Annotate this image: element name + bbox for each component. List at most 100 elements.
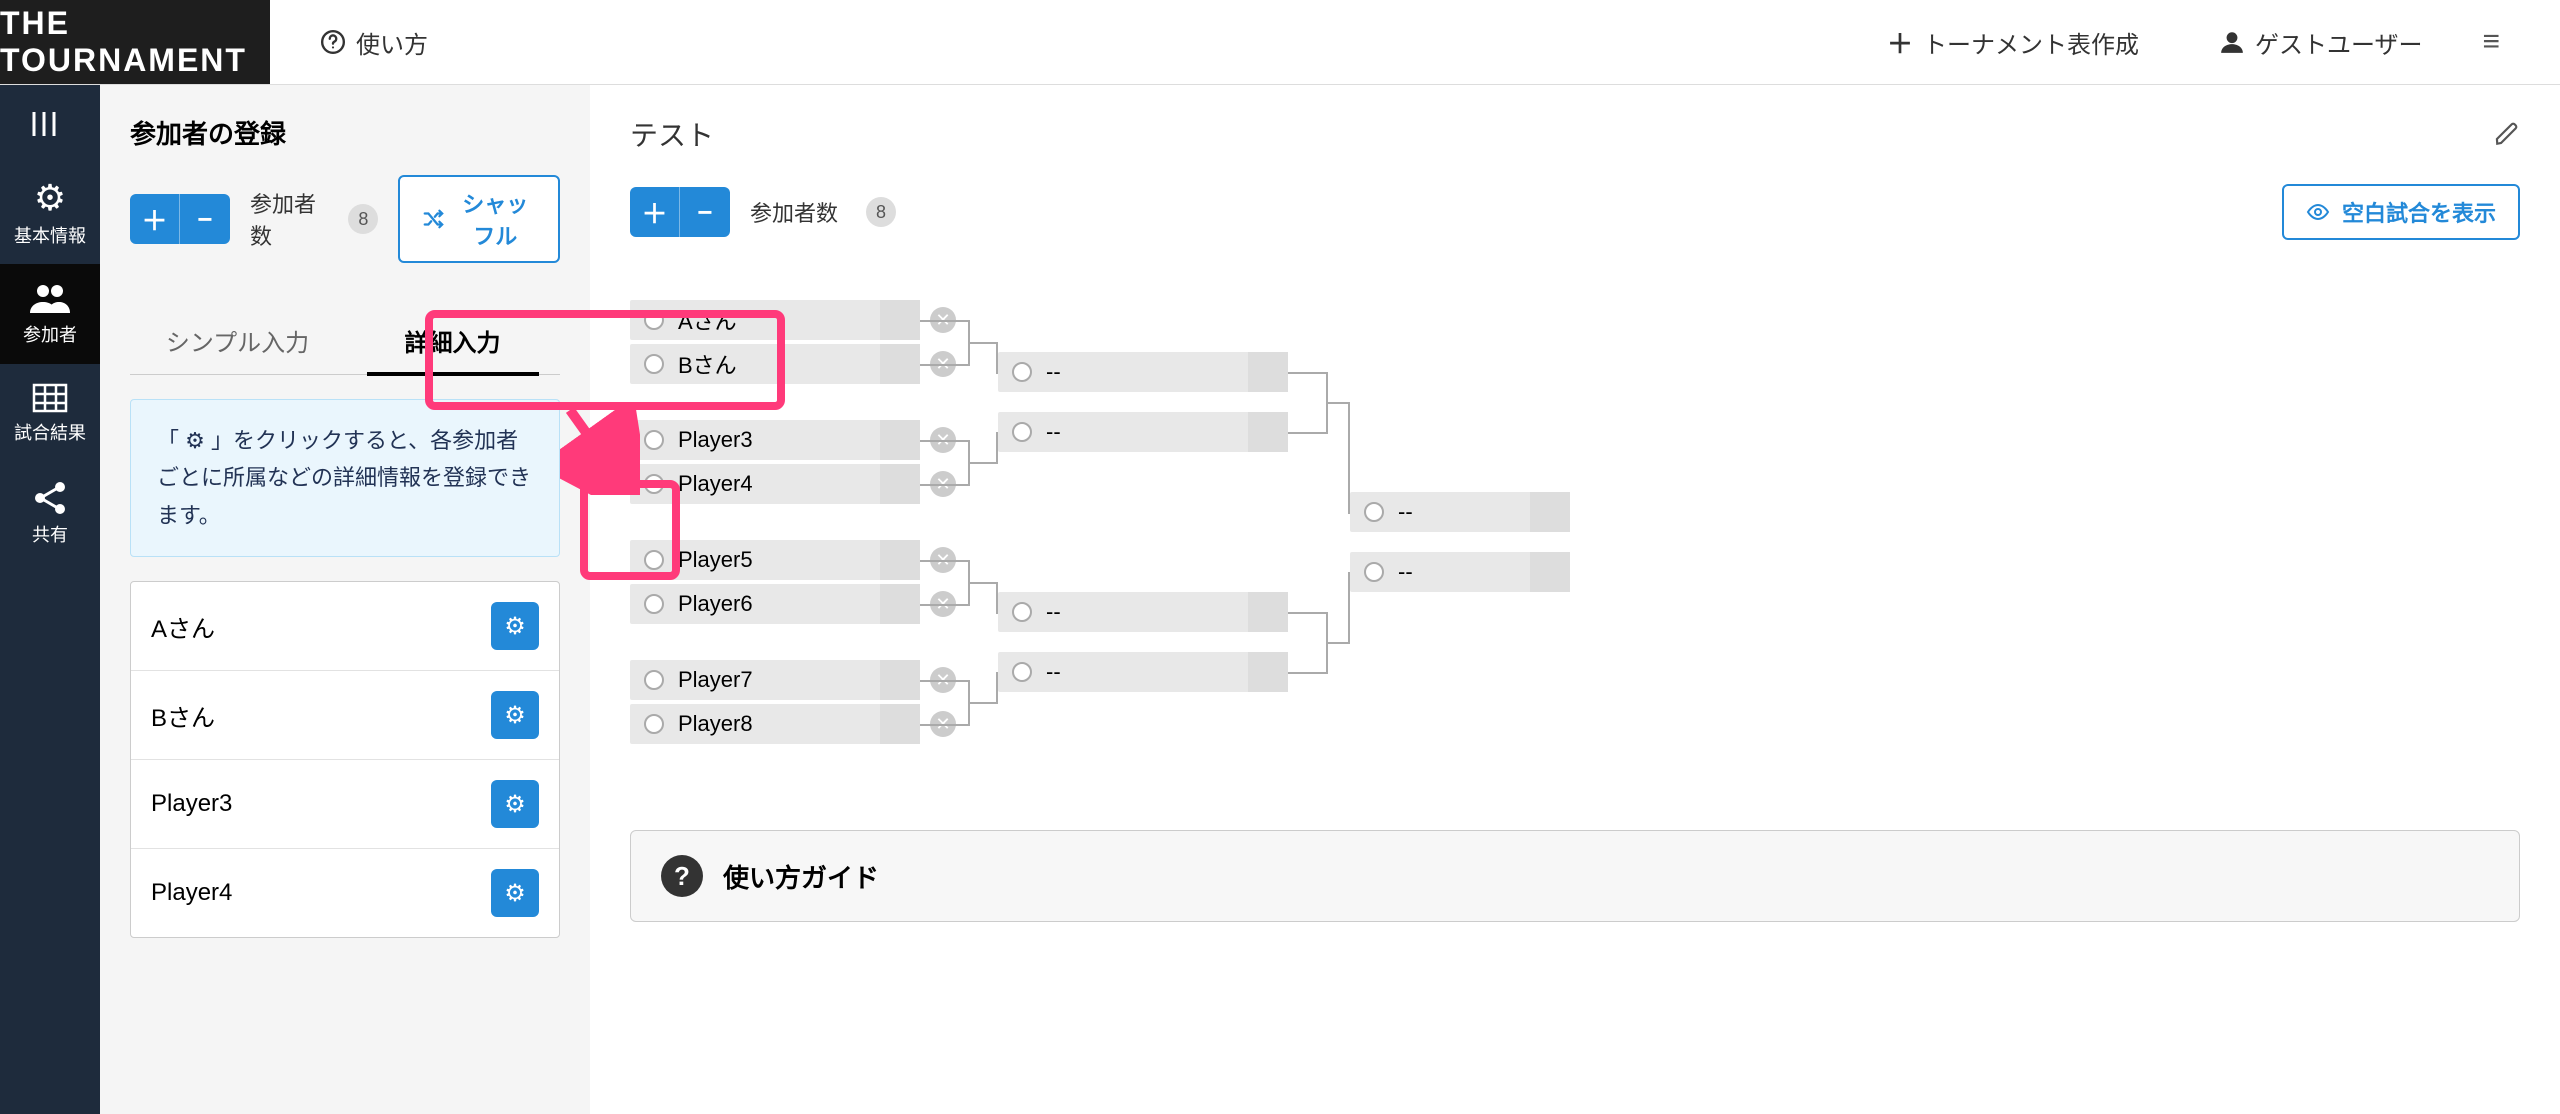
score-box[interactable] (1248, 412, 1288, 452)
bracket-slot[interactable]: Player3 (630, 420, 920, 460)
show-blank-button[interactable]: 空白試合を表示 (2282, 184, 2520, 240)
bracket-slot[interactable]: Player8 (630, 704, 920, 744)
tournament-title: テスト (630, 114, 714, 154)
list-item[interactable]: Aさん ⚙ (131, 582, 559, 670)
remove-participant-button[interactable]: − (680, 187, 730, 237)
list-item[interactable]: Bさん ⚙ (131, 670, 559, 759)
arrow-icon (560, 405, 640, 495)
radio-icon[interactable] (644, 714, 664, 734)
count-badge: 8 (348, 204, 378, 234)
participant-name: Player3 (151, 790, 232, 818)
count-badge: 8 (866, 197, 896, 227)
slot-name: -- (1046, 659, 1061, 685)
radio-icon[interactable] (644, 550, 664, 570)
participant-settings-button[interactable]: ⚙ (491, 869, 539, 917)
slot-name: Player8 (678, 711, 753, 737)
shuffle-button[interactable]: シャッフル (398, 175, 560, 263)
sidebar-item-basic-info[interactable]: ⚙ 基本情報 (0, 164, 100, 264)
slot-name: -- (1398, 559, 1413, 585)
sidebar-item-label: 試合結果 (14, 419, 86, 445)
radio-icon[interactable] (1012, 602, 1032, 622)
score-box[interactable] (880, 344, 920, 384)
participant-name: Player4 (151, 879, 232, 907)
score-box[interactable] (1530, 552, 1570, 592)
score-box[interactable] (880, 704, 920, 744)
list-item[interactable]: Player4 ⚙ (131, 848, 559, 937)
user-menu[interactable]: ゲストユーザー (2199, 25, 2443, 60)
bracket-slot[interactable]: -- (998, 652, 1288, 692)
slot-name: -- (1046, 599, 1061, 625)
radio-icon[interactable] (644, 354, 664, 374)
radio-icon[interactable] (1364, 562, 1384, 582)
add-participant-button[interactable]: ＋ (630, 187, 680, 237)
bracket-slot[interactable]: Player4 (630, 464, 920, 504)
bracket-controls: ＋ − 参加者数 8 空白試合を表示 (630, 184, 2520, 240)
sidebar-item-results[interactable]: 試合結果 (0, 364, 100, 464)
guide-header[interactable]: ? 使い方ガイド (631, 831, 2519, 921)
sidebar-item-label: 参加者 (23, 321, 77, 347)
count-label: 参加者数 (750, 196, 838, 228)
bracket-slot[interactable]: Aさん (630, 300, 920, 340)
edit-title-button[interactable] (2494, 121, 2520, 147)
question-circle-icon (320, 29, 346, 55)
share-icon (33, 481, 67, 515)
radio-icon[interactable] (644, 310, 664, 330)
radio-icon[interactable] (1012, 422, 1032, 442)
create-tournament-link[interactable]: ＋ トーナメント表作成 (1867, 24, 2159, 61)
plus-icon: ＋ (1887, 24, 1913, 61)
bracket-slot[interactable]: -- (1350, 552, 1570, 592)
bracket-slot[interactable]: Bさん (630, 344, 920, 384)
radio-icon[interactable] (644, 594, 664, 614)
slot-name: Player6 (678, 591, 753, 617)
radio-icon[interactable] (1012, 662, 1032, 682)
slot-name: -- (1046, 419, 1061, 445)
slot-name: Bさん (678, 348, 737, 380)
participant-settings-button[interactable]: ⚙ (491, 691, 539, 739)
score-box[interactable] (1248, 352, 1288, 392)
usage-link[interactable]: 使い方 (300, 0, 448, 84)
sidebar-item-bracket[interactable] (0, 84, 100, 164)
bracket-slot[interactable]: -- (1350, 492, 1570, 532)
gear-icon: ⚙ (504, 790, 526, 819)
score-box[interactable] (880, 540, 920, 580)
tab-detail-input[interactable]: 詳細入力 (345, 307, 560, 374)
tab-simple-input[interactable]: シンプル入力 (130, 307, 345, 374)
radio-icon[interactable] (644, 430, 664, 450)
add-remove-group: ＋ − (630, 187, 730, 237)
score-box[interactable] (880, 584, 920, 624)
sidebar-item-participants[interactable]: 参加者 (0, 264, 100, 364)
users-icon (30, 281, 70, 315)
radio-icon[interactable] (644, 474, 664, 494)
user-icon (2219, 29, 2245, 55)
hamburger-menu-icon[interactable]: ≡ (2482, 25, 2500, 59)
shuffle-icon (422, 208, 444, 230)
bracket-slot[interactable]: -- (998, 592, 1288, 632)
app-logo[interactable]: THE TOURNAMENT (0, 0, 270, 84)
participant-settings-button[interactable]: ⚙ (491, 780, 539, 828)
sidebar-item-share[interactable]: 共有 (0, 464, 100, 564)
bracket-slot[interactable]: -- (998, 412, 1288, 452)
list-item[interactable]: Player3 ⚙ (131, 759, 559, 848)
radio-icon[interactable] (644, 670, 664, 690)
bracket-slot[interactable]: Player7 (630, 660, 920, 700)
score-box[interactable] (880, 300, 920, 340)
score-box[interactable] (880, 420, 920, 460)
radio-icon[interactable] (1012, 362, 1032, 382)
shuffle-label: シャッフル (454, 187, 536, 251)
radio-icon[interactable] (1364, 502, 1384, 522)
count-label: 参加者数 (250, 187, 320, 251)
add-participant-button[interactable]: ＋ (130, 194, 180, 244)
score-box[interactable] (1248, 652, 1288, 692)
bracket-icon (30, 110, 70, 138)
score-box[interactable] (880, 464, 920, 504)
bracket-slot[interactable]: -- (998, 352, 1288, 392)
score-box[interactable] (880, 660, 920, 700)
panel-controls: ＋ − 参加者数 8 シャッフル (130, 175, 560, 263)
score-box[interactable] (1248, 592, 1288, 632)
participant-settings-button[interactable]: ⚙ (491, 602, 539, 650)
bracket-slot[interactable]: Player6 (630, 584, 920, 624)
remove-participant-button[interactable]: − (180, 194, 230, 244)
score-box[interactable] (1530, 492, 1570, 532)
bracket-slot[interactable]: Player5 (630, 540, 920, 580)
slot-name: -- (1046, 359, 1061, 385)
